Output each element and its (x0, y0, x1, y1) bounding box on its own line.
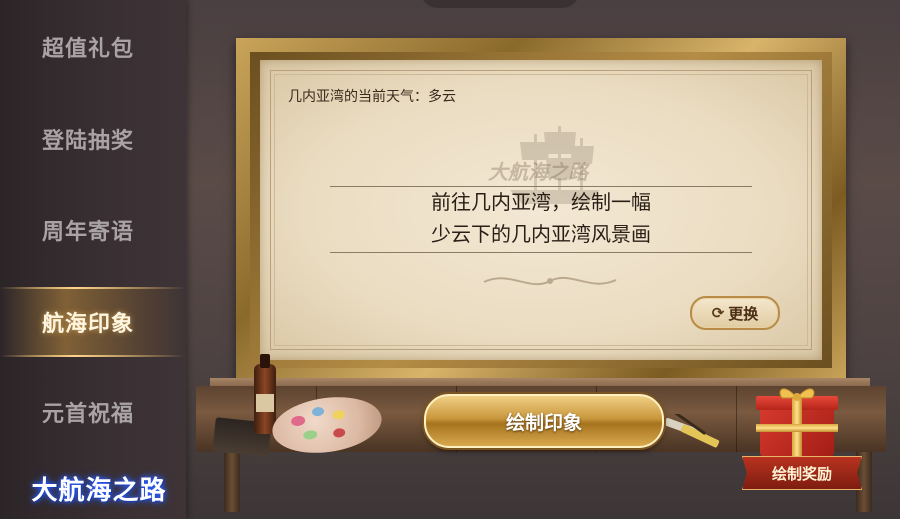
refresh-icon: ⟳ (711, 304, 725, 322)
sidebar-item-voyage-impression[interactable]: 航海印象 (0, 287, 186, 357)
sidebar-item-label: 超值礼包 (42, 36, 135, 62)
logo-text: 大航海之路 (31, 475, 167, 506)
sidebar-item-label: 元首祝福 (42, 401, 135, 427)
sidebar-item-label: 周年寄语 (42, 219, 135, 245)
scroll-ornament-icon (483, 276, 617, 286)
watermark-text: 大航海之路 (488, 160, 588, 184)
game-logo: 大航海之路 (14, 466, 184, 510)
sidebar-item-anniversary-message[interactable]: 周年寄语 (0, 195, 186, 265)
task-line-1: 前往几内亚湾，绘制一幅 (431, 190, 651, 214)
draw-reward-button[interactable]: 绘制奖励 (742, 456, 862, 490)
task-description: 前往几内亚湾，绘制一幅 少云下的几内亚湾风景画 (260, 186, 822, 250)
gift-bow-icon (779, 388, 815, 401)
draw-impression-button[interactable]: 绘制印象 (424, 394, 664, 448)
task-line-2: 少云下的几内亚湾风景画 (431, 222, 651, 246)
sidebar-item-leader-blessing[interactable]: 元首祝福 (0, 377, 186, 447)
change-task-label: 更换 (728, 304, 759, 323)
bottle-label (256, 394, 274, 412)
weather-text: 几内亚湾的当前天气：多云 (288, 89, 456, 105)
sidebar-item-label: 航海印象 (42, 311, 135, 337)
sidebar: 超值礼包 登陆抽奖 周年寄语 航海印象 元首祝福 大航海之路 (0, 0, 186, 519)
gift-ribbon (756, 424, 838, 432)
sidebar-item-value-pack[interactable]: 超值礼包 (0, 12, 186, 82)
top-notch (420, 0, 580, 8)
divider-bottom (330, 252, 752, 253)
paint-tubes-icon (663, 414, 720, 448)
bottle-neck (260, 354, 270, 368)
painting-canvas: 几内亚湾的当前天气：多云 大航海之路 前往几内亚湾，绘制一幅 少云下的几内亚湾风… (260, 60, 822, 360)
sidebar-item-login-lottery[interactable]: 登陆抽奖 (0, 104, 186, 174)
shelf-leg (224, 452, 240, 512)
change-task-button[interactable]: ⟳ 更换 (690, 296, 780, 330)
painting-frame: 几内亚湾的当前天气：多云 大航海之路 前往几内亚湾，绘制一幅 少云下的几内亚湾风… (236, 38, 846, 382)
sidebar-item-label: 登陆抽奖 (42, 128, 135, 154)
plank-line (736, 386, 737, 452)
gift-box-icon[interactable] (754, 380, 838, 456)
